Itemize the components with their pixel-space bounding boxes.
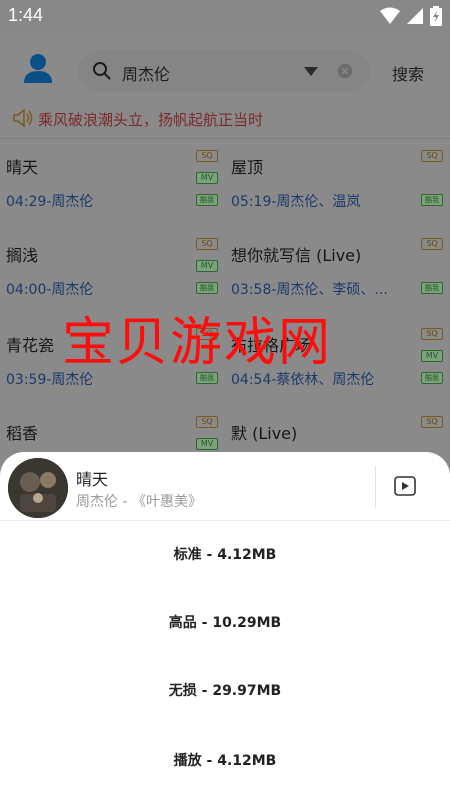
- song-artist: 周杰伦: [51, 282, 94, 298]
- mv-badge: MV: [196, 260, 218, 272]
- signal-icon: [407, 8, 423, 24]
- clear-icon[interactable]: [338, 64, 352, 78]
- song-duration: 03:59: [6, 372, 47, 388]
- search-icon: [93, 62, 111, 80]
- option-high-quality[interactable]: 高品 - 10.29MB: [0, 603, 450, 643]
- divider: [375, 466, 376, 508]
- song-item[interactable]: 晴天 04:29-周杰伦 SQ MV 酷我: [0, 140, 220, 228]
- wifi-icon: [380, 7, 400, 24]
- search-value: 周杰伦: [122, 65, 171, 84]
- status-icons: [380, 6, 442, 26]
- source-badge: 酷我: [421, 194, 443, 206]
- song-meta: 04:29-周杰伦: [6, 191, 196, 211]
- album-cover: [8, 458, 68, 518]
- user-icon[interactable]: [22, 52, 54, 84]
- option-play[interactable]: 播放 - 4.12MB: [0, 741, 450, 781]
- notice-text: 乘风破浪潮头立，扬帆起航正当时: [38, 111, 264, 129]
- song-title: 搁浅: [6, 246, 39, 265]
- status-time: 1:44: [8, 5, 44, 25]
- source-badge: 酷我: [421, 372, 443, 384]
- sheet-song-title: 晴天: [76, 470, 109, 489]
- source-badge: 酷我: [196, 282, 218, 294]
- battery-icon: [430, 6, 442, 26]
- notice-bar: 乘风破浪潮头立，扬帆起航正当时: [0, 102, 450, 136]
- sq-badge: SQ: [196, 238, 218, 250]
- sq-badge: SQ: [421, 328, 443, 340]
- option-standard[interactable]: 标准 - 4.12MB: [0, 535, 450, 575]
- song-duration: 03:58: [231, 282, 272, 298]
- song-artist: 周杰伦、李硕、...: [276, 282, 388, 298]
- song-title: 默 (Live): [231, 424, 298, 443]
- song-artist: 周杰伦: [51, 194, 94, 210]
- song-artist: 周杰伦、温岚: [276, 194, 361, 210]
- source-badge: 酷我: [196, 194, 218, 206]
- play-video-icon[interactable]: [394, 476, 416, 496]
- mv-badge: MV: [196, 438, 218, 450]
- song-duration: 04:00: [6, 282, 47, 298]
- sq-badge: SQ: [196, 150, 218, 162]
- speaker-icon: [13, 108, 33, 128]
- sq-badge: SQ: [421, 238, 443, 250]
- divider: [0, 520, 450, 521]
- sq-badge: SQ: [421, 416, 443, 428]
- watermark: 宝贝游戏网: [62, 313, 333, 373]
- sq-badge: SQ: [196, 416, 218, 428]
- song-title: 青花瓷: [6, 336, 55, 355]
- song-meta: 03:58-周杰伦、李硕、...: [231, 279, 421, 299]
- search-button[interactable]: 搜索: [392, 61, 424, 85]
- sheet-subtitle: 周杰伦 - 《叶惠美》: [76, 494, 202, 510]
- song-title: 晴天: [6, 158, 39, 177]
- quality-bottom-sheet: 晴天 周杰伦 - 《叶惠美》 标准 - 4.12MB 高品 - 10.29MB …: [0, 452, 450, 800]
- song-title: 屋顶: [231, 158, 264, 177]
- status-bar: 1:44: [0, 0, 450, 32]
- song-duration: 04:29: [6, 194, 47, 210]
- sq-badge: SQ: [421, 150, 443, 162]
- divider: [0, 138, 450, 139]
- song-item[interactable]: 屋顶 05:19-周杰伦、温岚 SQ 酷我: [225, 140, 445, 228]
- header: 周杰伦 搜索: [0, 32, 450, 96]
- song-duration: 05:19: [231, 194, 272, 210]
- song-title: 想你就写信 (Live): [231, 246, 362, 265]
- song-meta: 05:19-周杰伦、温岚: [231, 191, 421, 211]
- song-title: 稻香: [6, 424, 39, 443]
- search-input[interactable]: 周杰伦: [78, 50, 370, 92]
- dropdown-icon[interactable]: [304, 67, 318, 76]
- source-badge: 酷我: [421, 282, 443, 294]
- mv-badge: MV: [196, 172, 218, 184]
- mv-badge: MV: [421, 350, 443, 362]
- song-meta: 04:00-周杰伦: [6, 279, 196, 299]
- option-lossless[interactable]: 无损 - 29.97MB: [0, 671, 450, 711]
